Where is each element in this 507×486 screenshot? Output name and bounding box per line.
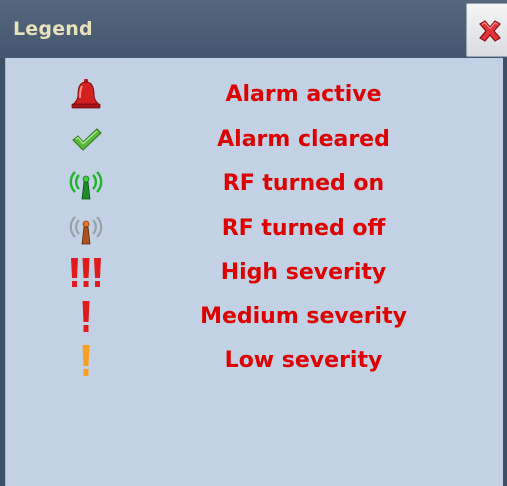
legend-label: Medium severity — [200, 304, 407, 329]
legend-item-low-severity: Low severity — [6, 342, 503, 382]
title-bar[interactable]: Legend — [0, 0, 507, 58]
legend-label: Low severity — [224, 348, 383, 373]
legend-item-alarm-active: Alarm active — [6, 76, 503, 116]
legend-label: Alarm active — [225, 82, 382, 107]
high-severity-icon — [68, 256, 104, 290]
close-x-icon — [479, 20, 501, 42]
legend-window: Legend Alarm active Alarm cleared RF tur… — [0, 0, 507, 486]
medium-severity-icon — [68, 300, 104, 334]
legend-item-rf-off: RF turned off — [6, 210, 503, 250]
legend-label: High severity — [220, 260, 387, 285]
legend-panel: Alarm active Alarm cleared RF turned on … — [5, 58, 503, 486]
legend-item-alarm-cleared: Alarm cleared — [6, 121, 503, 161]
legend-label: RF turned on — [222, 171, 385, 196]
legend-label: Alarm cleared — [217, 127, 390, 152]
legend-item-medium-severity: Medium severity — [6, 298, 503, 338]
window-title: Legend — [13, 18, 93, 40]
rf-off-antenna-icon — [68, 212, 104, 246]
legend-item-high-severity: High severity — [6, 254, 503, 294]
rf-on-antenna-icon — [68, 167, 104, 201]
legend-item-rf-on: RF turned on — [6, 165, 503, 205]
alarm-bell-icon — [68, 78, 104, 112]
close-button[interactable] — [466, 3, 507, 57]
legend-label: RF turned off — [221, 216, 386, 241]
low-severity-icon — [68, 344, 104, 378]
checkmark-icon — [68, 123, 104, 157]
